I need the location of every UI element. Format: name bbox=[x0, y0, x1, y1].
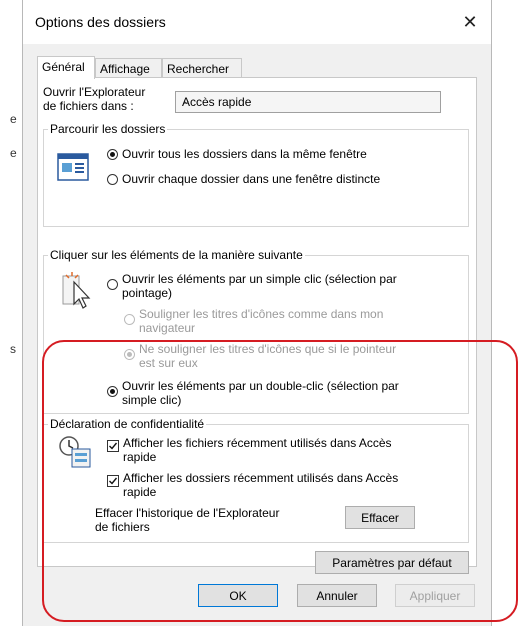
tab-search[interactable]: Rechercher bbox=[162, 58, 242, 78]
dialog-body: Général Affichage Rechercher Ouvrir l'Ex… bbox=[23, 44, 491, 626]
label-line: Afficher les dossiers récemment utilisés… bbox=[123, 471, 399, 485]
radio-single-click[interactable] bbox=[107, 279, 118, 290]
option-underline-hover-label: Ne souligner les titres d'icônes que si … bbox=[139, 342, 396, 370]
background-letter: s bbox=[10, 342, 16, 356]
label-line: simple clic) bbox=[122, 393, 182, 407]
label-line: est sur eux bbox=[139, 356, 198, 370]
label-line: Souligner les titres d'icônes comme dans… bbox=[139, 307, 384, 321]
folder-window-icon bbox=[57, 153, 89, 181]
label-line: navigateur bbox=[139, 321, 196, 335]
label-line: pointage) bbox=[122, 286, 173, 300]
click-items-group: Cliquer sur les éléments de la manière s… bbox=[43, 248, 469, 414]
open-explorer-select[interactable]: Accès rapide ⌄ bbox=[175, 91, 441, 113]
close-icon[interactable]: ✕ bbox=[457, 9, 483, 35]
cancel-button[interactable]: Annuler bbox=[297, 584, 377, 607]
label-line: rapide bbox=[123, 450, 157, 464]
chevron-down-icon: ⌄ bbox=[182, 95, 192, 107]
option-same-window-label: Ouvrir tous les dossiers dans la même fe… bbox=[122, 147, 367, 161]
apply-button[interactable]: Appliquer bbox=[395, 584, 475, 607]
tab-view[interactable]: Affichage bbox=[95, 58, 162, 78]
recent-files-label: Afficher les fichiers récemment utilisés… bbox=[123, 436, 392, 464]
option-underline-browser-label: Souligner les titres d'icônes comme dans… bbox=[139, 307, 383, 335]
label-line: rapide bbox=[123, 485, 157, 499]
tab-label: Affichage bbox=[100, 62, 150, 76]
open-explorer-label: Ouvrir l'Explorateur de fichiers dans : bbox=[43, 85, 145, 113]
pointer-click-icon bbox=[62, 272, 91, 309]
tab-label: Rechercher bbox=[167, 62, 230, 76]
recent-folders-label: Afficher les dossiers récemment utilisés… bbox=[123, 471, 398, 499]
radio-same-window[interactable] bbox=[107, 149, 118, 160]
label-line: Ouvrir l'Explorateur bbox=[43, 85, 146, 99]
option-separate-window-label: Ouvrir chaque dossier dans une fenêtre d… bbox=[122, 172, 381, 186]
browse-folders-group: Parcourir les dossiers Ouvrir tous les d… bbox=[43, 122, 469, 227]
dialog-title: Options des dossiers bbox=[35, 14, 166, 30]
label-line: Ouvrir les éléments par un double-clic (… bbox=[122, 379, 399, 393]
checkbox-recent-folders[interactable] bbox=[107, 475, 119, 487]
folder-options-dialog: Options des dossiers ✕ Général Affichage… bbox=[22, 0, 492, 626]
privacy-group: Déclaration de confidentialité Afficher … bbox=[43, 417, 469, 543]
checkbox-recent-files[interactable] bbox=[107, 440, 119, 452]
clear-history-button[interactable]: Effacer bbox=[345, 506, 415, 529]
radio-double-click[interactable] bbox=[107, 386, 118, 397]
label-line: Effacer l'historique de l'Explorateur bbox=[95, 506, 280, 520]
privacy-recent-icon bbox=[59, 436, 91, 468]
background-letter: e bbox=[10, 146, 17, 160]
radio-separate-window[interactable] bbox=[107, 174, 118, 185]
click-items-legend: Cliquer sur les éléments de la manière s… bbox=[48, 248, 305, 262]
ok-button[interactable]: OK bbox=[198, 584, 278, 607]
label-line: de fichiers bbox=[95, 520, 150, 534]
tab-general[interactable]: Général bbox=[37, 56, 95, 79]
radio-underline-browser[interactable] bbox=[124, 314, 135, 325]
radio-underline-hover[interactable] bbox=[124, 349, 135, 360]
label-line: Ouvrir les éléments par un simple clic (… bbox=[122, 272, 397, 286]
background-letter: e bbox=[10, 112, 17, 126]
label-line: de fichiers dans : bbox=[43, 99, 134, 113]
option-single-click-label: Ouvrir les éléments par un simple clic (… bbox=[122, 272, 397, 300]
tab-label: Général bbox=[42, 60, 85, 74]
browse-folders-legend: Parcourir les dossiers bbox=[48, 122, 168, 136]
option-double-click-label: Ouvrir les éléments par un double-clic (… bbox=[122, 379, 399, 407]
privacy-legend: Déclaration de confidentialité bbox=[48, 417, 207, 431]
title-bar: Options des dossiers ✕ bbox=[23, 0, 491, 44]
label-line: Ne souligner les titres d'icônes que si … bbox=[139, 342, 397, 356]
label-line: Afficher les fichiers récemment utilisés… bbox=[123, 436, 392, 450]
general-tab-panel: Ouvrir l'Explorateur de fichiers dans : … bbox=[37, 77, 477, 574]
restore-defaults-button[interactable]: Paramètres par défaut bbox=[315, 551, 469, 574]
clear-history-label: Effacer l'historique de l'Explorateur de… bbox=[95, 506, 279, 534]
